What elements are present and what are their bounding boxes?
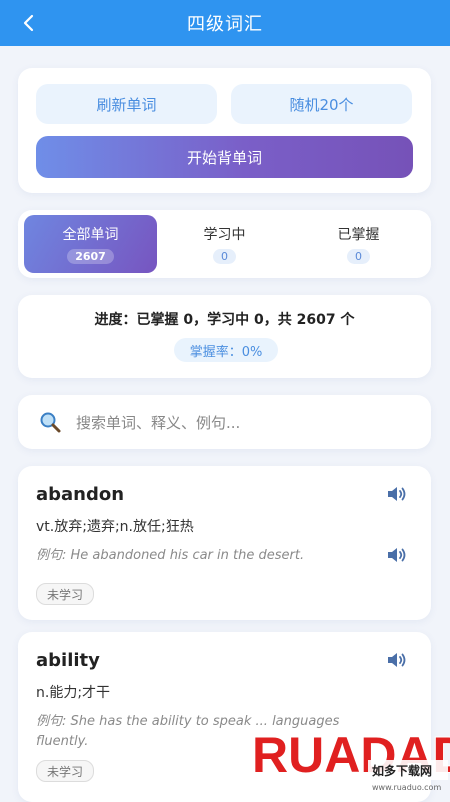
tab-count-badge: 0	[347, 249, 370, 264]
tab-count-badge: 2607	[67, 249, 114, 264]
search-input[interactable]: 搜索单词、释义、例句...	[18, 395, 431, 449]
tab-learning[interactable]: 学习中 0	[158, 215, 291, 273]
speaker-icon[interactable]	[384, 648, 408, 672]
example-label: 例句:	[36, 714, 67, 729]
status-badge: 未学习	[36, 583, 95, 605]
back-button[interactable]	[14, 8, 44, 38]
tab-count-badge: 0	[213, 249, 236, 264]
speaker-icon[interactable]	[384, 482, 408, 506]
word-text: abandon	[36, 484, 125, 505]
tab-label: 全部单词	[62, 227, 119, 243]
word-example: 例句: He abandoned his car in the desert.	[36, 546, 366, 566]
filter-tabs: 全部单词 2607 学习中 0 已掌握 0	[18, 210, 431, 278]
example-text: He abandoned his car in the desert.	[70, 548, 305, 563]
app-header: 四级词汇	[0, 0, 450, 46]
watermark-sub: 如多下载网	[372, 763, 432, 778]
example-speaker-icon[interactable]	[384, 543, 408, 567]
watermark-logo: RUADADO 如多下载网 www.ruaduo.com	[251, 726, 450, 792]
random-20-button[interactable]: 随机20个	[231, 84, 412, 124]
status-badge: 未学习	[36, 760, 95, 782]
page-title: 四级词汇	[187, 14, 263, 35]
actions-card: 刷新单词 随机20个 开始背单词	[18, 68, 431, 193]
chevron-left-icon	[23, 14, 34, 32]
search-placeholder: 搜索单词、释义、例句...	[76, 414, 241, 432]
refresh-words-button[interactable]: 刷新单词	[36, 84, 217, 124]
word-meaning: n.能力;才干	[36, 685, 111, 701]
search-icon	[40, 412, 61, 433]
watermark-url: www.ruaduo.com	[372, 783, 441, 792]
tab-label: 学习中	[203, 227, 246, 243]
tab-all-words[interactable]: 全部单词 2607	[24, 215, 157, 273]
word-text: ability	[36, 650, 100, 671]
word-card[interactable]: abandon vt.放弃;遗弃;n.放任;狂热 例句: He abandone…	[18, 466, 431, 620]
start-memorize-button[interactable]: 开始背单词	[36, 136, 413, 178]
tab-label: 已掌握	[337, 227, 380, 243]
word-meaning: vt.放弃;遗弃;n.放任;狂热	[36, 519, 194, 535]
tab-mastered[interactable]: 已掌握 0	[292, 215, 425, 273]
mastery-rate-badge: 掌握率：0%	[174, 338, 278, 362]
progress-summary: 进度：已掌握 0，学习中 0，共 2607 个	[94, 312, 355, 328]
example-label: 例句:	[36, 548, 67, 563]
progress-card: 进度：已掌握 0，学习中 0，共 2607 个 掌握率：0%	[18, 295, 431, 378]
